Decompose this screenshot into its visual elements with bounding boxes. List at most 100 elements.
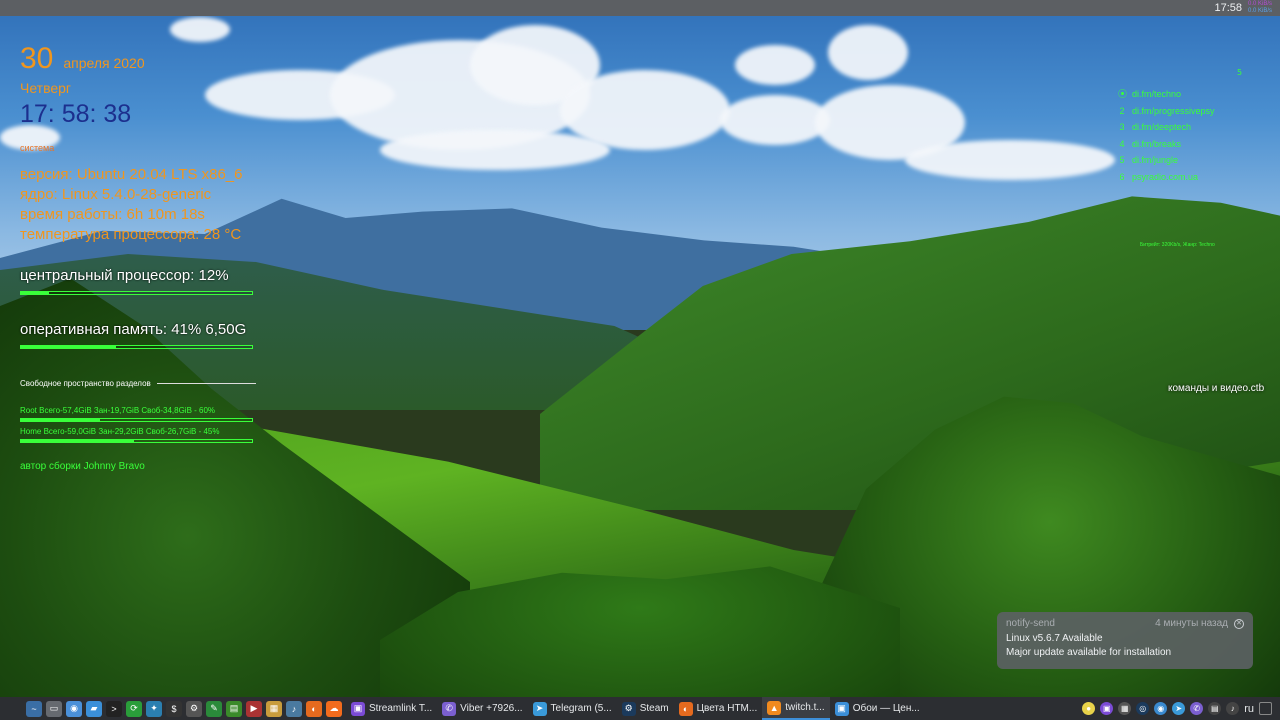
station-index: 6 — [1119, 171, 1125, 182]
task-label: Streamlink T... — [369, 703, 433, 714]
date-row: 30 апреля 2020 — [20, 42, 256, 76]
vpn-icon[interactable]: ◉ — [1154, 702, 1168, 715]
cpu-usage-fill — [21, 292, 49, 294]
station-name: di.fm/jungle — [1132, 155, 1179, 165]
radio-station[interactable]: 3 di.fm/deeptech — [1118, 119, 1215, 136]
cpu-usage-label: центральный процессор: 12% — [20, 267, 229, 284]
conky-widget: 30 апреля 2020 Четверг 17: 58: 38 систем… — [20, 42, 256, 472]
station-name: psyradio.com.ua — [1132, 171, 1199, 182]
taskbar: ~ ▭ ◉ ▰ > ⟳ ✦ $ ⚙ ✎ ▤ ▶ ▦ ♪ ◐ ☁ ▣ Streamlink T... ✆ Viber … — [0, 697, 1280, 720]
station-index: ⦿ — [1118, 89, 1128, 99]
system-section-title: система — [20, 143, 55, 153]
radio-station[interactable]: 4 di.fm/breaks — [1118, 136, 1215, 153]
ram-usage-label: оперативная память: 41% 6,50G — [20, 321, 247, 338]
volume-icon[interactable]: ♪ — [1226, 702, 1240, 715]
radio-current-marker: 5 — [1237, 68, 1243, 77]
task-list: ▣ Streamlink T... ✆ Viber +7926... ➤ Telegram… — [346, 697, 925, 720]
net-download-speed: 0.0 KiB/s — [1247, 8, 1272, 14]
home-partition-fill — [21, 440, 135, 442]
station-name: di.fm/techno — [1132, 89, 1182, 99]
app-icon[interactable]: ✦ — [146, 700, 162, 717]
settings-icon[interactable]: ⚙ — [186, 700, 202, 717]
radio-bitrate: Битрейт: 320Kb/s, Жанр: Techno — [1140, 242, 1215, 248]
cloud — [828, 25, 908, 80]
task-button[interactable]: ▲ twitch.t... — [762, 697, 830, 720]
cloud — [720, 95, 830, 145]
radio-station[interactable]: 6 psyradio.com.ua — [1118, 169, 1215, 186]
system-info: версия: Ubuntu 20.04 LTS x86_6 ядро: Lin… — [20, 165, 256, 245]
keyboard-layout[interactable]: ru — [1244, 703, 1254, 715]
office-icon[interactable]: ▤ — [226, 700, 242, 717]
task-label: Telegram (5... — [550, 703, 612, 714]
station-index: 4 — [1119, 138, 1125, 149]
home-partition-info: Home Всего-59,0GiB Зан-29,2GiB Своб-26,7… — [20, 427, 220, 436]
ram-usage-fill — [21, 346, 116, 348]
viber-icon: ✆ — [442, 701, 457, 716]
conky-clock: 17: 58: 38 — [20, 100, 132, 128]
viber-tray-icon[interactable]: ✆ — [1190, 702, 1204, 715]
task-button[interactable]: ◐ Цвета HTM... — [674, 697, 763, 720]
partitions-title: Свободное пространство разделов — [20, 379, 256, 388]
kernel-version: ядро: Linux 5.4.0-28-generic — [20, 186, 212, 203]
system-tray: ● ▣ ▦ ◎ ◉ ➤ ✆ ▤ ♪ ru — [1082, 702, 1280, 715]
archive-icon[interactable]: ▦ — [266, 700, 282, 717]
disk-icon[interactable]: ▭ — [46, 700, 62, 717]
weekday: Четверг — [20, 80, 72, 96]
viewer-icon: ▣ — [834, 701, 849, 716]
month-year: апреля 2020 — [63, 55, 145, 71]
firefox-icon[interactable]: ◐ — [306, 700, 322, 717]
task-button[interactable]: ✆ Viber +7926... — [437, 697, 527, 720]
music-icon[interactable]: ♪ — [286, 700, 302, 717]
chromium-icon[interactable]: ◉ — [66, 700, 82, 717]
task-button[interactable]: ⚙ Steam — [617, 697, 674, 720]
network-icon[interactable]: ▤ — [1208, 702, 1222, 715]
shell-icon[interactable]: $ — [166, 700, 182, 717]
soundcloud-icon[interactable]: ☁ — [326, 700, 342, 717]
notification-header: notify-send 4 минуты назад ✕ — [1006, 618, 1244, 629]
cpu-temperature: температура процессора: 28 °C — [20, 226, 242, 243]
task-label: Обои — Цен... — [852, 703, 920, 714]
radio-station[interactable]: ⦿ di.fm/techno — [1118, 86, 1215, 103]
station-name: di.fm/breaks — [1132, 138, 1182, 149]
editor-icon[interactable]: ✎ — [206, 700, 222, 717]
launcher-group: ~ ▭ ◉ ▰ > ⟳ ✦ $ ⚙ ✎ ▤ ▶ ▦ ♪ ◐ ☁ — [0, 700, 342, 717]
task-button[interactable]: ▣ Streamlink T... — [346, 697, 437, 720]
station-name: di.fm/deeptech — [1132, 122, 1192, 132]
radio-station[interactable]: 2 di.fm/progressivepsy — [1118, 103, 1215, 120]
notification-app: notify-send — [1006, 618, 1055, 629]
cloud — [735, 45, 815, 85]
home-partition-bar — [20, 439, 253, 443]
steam-tray-icon[interactable]: ◎ — [1136, 702, 1150, 715]
twitch-tray-icon[interactable]: ▣ — [1100, 702, 1114, 715]
sync-icon[interactable]: ⟳ — [126, 700, 142, 717]
ram-usage-bar — [20, 345, 253, 349]
desktop-file-label[interactable]: команды и видео.ctb — [1168, 383, 1264, 394]
folder-icon[interactable]: ▰ — [86, 700, 102, 717]
weather-icon[interactable]: ● — [1082, 702, 1096, 715]
station-name: di.fm/progressivepsy — [1132, 105, 1215, 116]
screenshot-icon[interactable]: ▦ — [1118, 702, 1132, 715]
task-label: Steam — [639, 703, 669, 714]
terminal-icon[interactable]: > — [106, 700, 122, 717]
notification-popup[interactable]: notify-send 4 минуты назад ✕ Linux v5.6.… — [997, 612, 1253, 669]
system-monitor-icon[interactable]: ~ — [26, 700, 42, 717]
cpu-usage-bar — [20, 291, 253, 295]
telegram-tray-icon[interactable]: ➤ — [1172, 702, 1186, 715]
show-desktop-button[interactable] — [1259, 702, 1272, 715]
notification-time: 4 минуты назад — [1155, 618, 1228, 629]
steam-icon: ⚙ — [621, 701, 636, 716]
task-button[interactable]: ▣ Обои — Цен... — [830, 697, 925, 720]
task-label: Viber +7926... — [460, 703, 523, 714]
firefox-icon: ◐ — [678, 701, 693, 716]
task-button[interactable]: ➤ Telegram (5... — [528, 697, 617, 720]
cloud — [170, 17, 230, 42]
network-speed-meter[interactable]: 0.0 KiB/s 0.0 KiB/s — [1248, 1, 1272, 15]
close-icon[interactable]: ✕ — [1234, 618, 1244, 629]
media-icon[interactable]: ▶ — [246, 700, 262, 717]
panel-clock[interactable]: 17:58 — [1214, 2, 1242, 14]
radio-station[interactable]: 5 di.fm/jungle — [1118, 152, 1215, 169]
net-upload-speed: 0.0 KiB/s — [1247, 1, 1272, 7]
station-index: 3 — [1119, 122, 1125, 132]
task-label: Цвета HTM... — [696, 703, 758, 714]
station-index: 2 — [1119, 105, 1125, 116]
